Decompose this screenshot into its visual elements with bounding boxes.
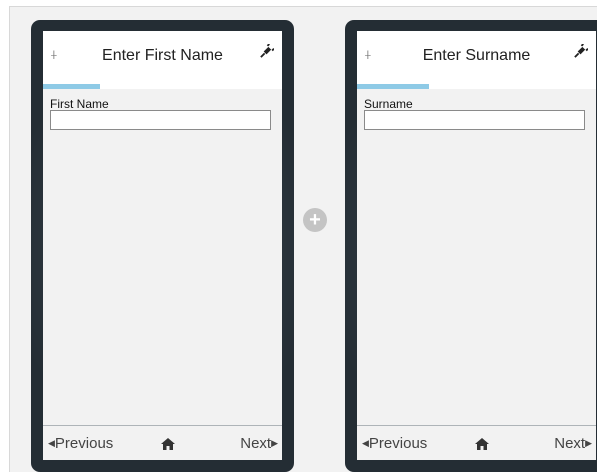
device-screen: ⍭ Enter Surname Surname ◀Previous Next▶ — [357, 31, 596, 460]
device-frame-first-name[interactable]: ⍭ Enter First Name First Name ◀Previous — [31, 20, 294, 472]
plus-circle-icon: + — [309, 209, 321, 231]
next-label: Next — [240, 435, 272, 452]
progress-bar — [357, 84, 596, 89]
page-footer: ◀Previous Next▶ — [43, 425, 282, 460]
page-title: Enter First Name — [102, 47, 223, 64]
previous-button[interactable]: ◀Previous — [48, 435, 113, 452]
first-name-input[interactable] — [50, 110, 271, 130]
next-label: Next — [554, 435, 586, 452]
progress-bar — [43, 84, 282, 89]
next-button[interactable]: Next▶ — [554, 435, 592, 452]
next-button[interactable]: Next▶ — [240, 435, 278, 452]
home-icon[interactable] — [474, 438, 489, 450]
chevron-right-icon: ▶ — [271, 438, 278, 448]
previous-label: Previous — [368, 435, 428, 452]
previous-button[interactable]: ◀Previous — [362, 435, 427, 452]
chevron-left-icon: ◀ — [48, 438, 55, 448]
page-header: ⍭ Enter First Name — [43, 31, 282, 84]
progress-fill — [357, 84, 429, 89]
chevron-left-icon: ◀ — [362, 438, 369, 448]
designer-canvas: ⍭ Enter First Name First Name ◀Previous — [9, 6, 597, 472]
device-screen: ⍭ Enter First Name First Name ◀Previous — [43, 31, 282, 460]
page-title: Enter Surname — [422, 47, 531, 64]
device-frame-surname[interactable]: ⍭ Enter Surname Surname ◀Previous Next▶ — [345, 20, 597, 472]
add-page-button[interactable]: + — [303, 208, 327, 232]
page-footer: ◀Previous Next▶ — [357, 425, 596, 460]
first-name-label: First Name — [50, 97, 109, 111]
plug-icon[interactable] — [259, 43, 275, 63]
plug-icon-svg — [574, 43, 589, 58]
progress-fill — [43, 84, 101, 89]
home-icon[interactable] — [160, 438, 175, 450]
plug-icon-svg — [260, 43, 275, 58]
plug-icon[interactable] — [573, 43, 589, 63]
surname-input[interactable] — [364, 110, 585, 130]
chevron-right-icon: ▶ — [585, 438, 592, 448]
page-header: ⍭ Enter Surname — [357, 31, 596, 84]
surname-label: Surname — [364, 97, 413, 111]
previous-label: Previous — [54, 435, 114, 452]
